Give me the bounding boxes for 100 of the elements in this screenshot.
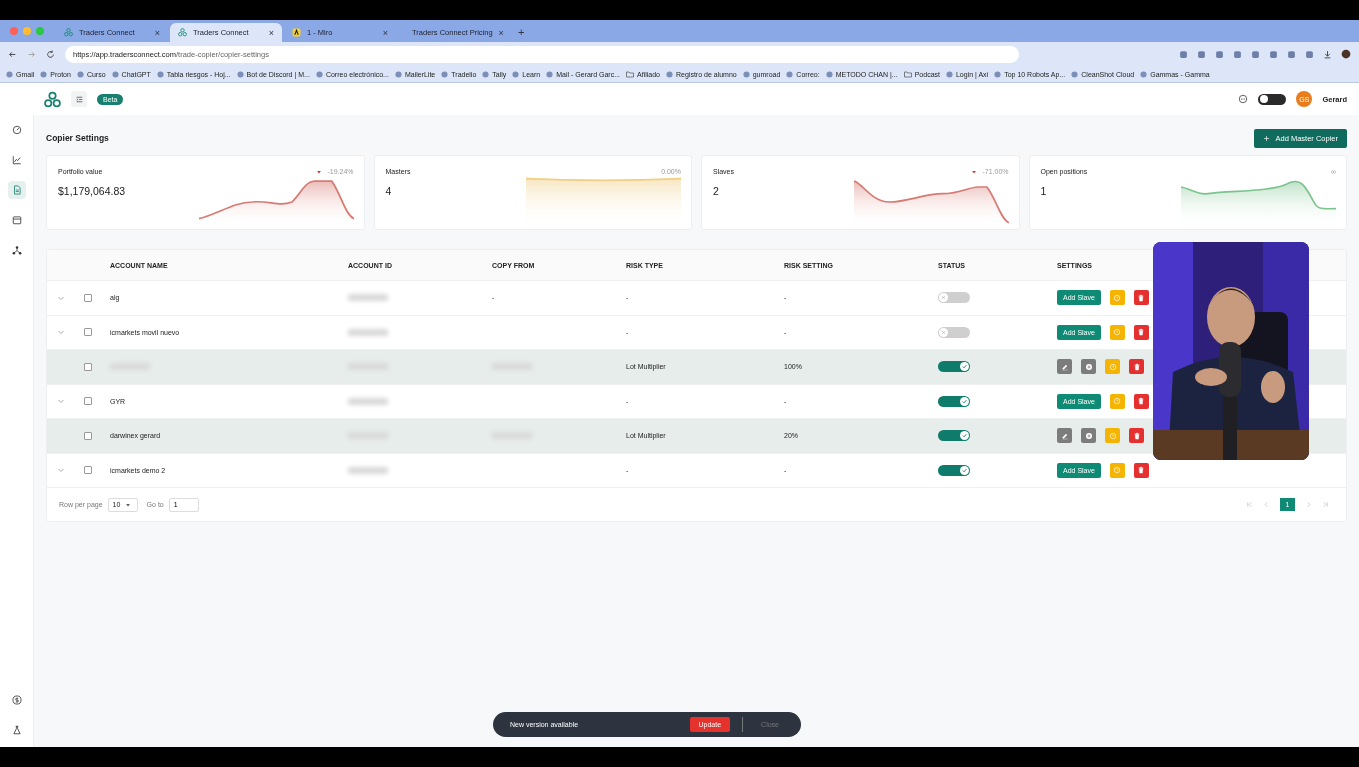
edit-button[interactable] [1057,428,1072,444]
plus-button[interactable] [1081,428,1096,444]
stat-value: 1 [1040,184,1048,199]
check-icon [961,432,968,440]
delete-button[interactable] [1133,290,1149,306]
reload-icon [46,49,55,59]
redacted-value [348,328,388,336]
profile-avatar-icon [1341,49,1351,59]
clock-icon [1113,466,1122,475]
new-tab-button[interactable]: + [512,26,531,42]
site-icon [315,70,323,78]
row-checkbox[interactable] [84,293,92,302]
site-icon [666,70,673,78]
pencil-icon [1060,431,1069,440]
plus-button[interactable] [1081,359,1096,375]
gauge-icon [11,125,22,135]
edit-button[interactable] [1057,359,1072,375]
trash-icon [1137,397,1146,406]
next-page-icon [1305,501,1312,508]
stat-value: 4 [385,184,393,199]
status-toggle[interactable] [938,395,970,407]
row-checkbox[interactable] [84,362,92,371]
tab-close-button[interactable]: × [382,27,388,38]
clock-icon [1113,397,1122,406]
clock-icon [1113,328,1122,337]
menu-button[interactable] [71,91,87,107]
status-toggle[interactable] [938,326,970,338]
stat-value: $1,179,064.83 [58,184,126,199]
calendar-icon [11,215,22,225]
line-chart-icon [11,155,22,165]
status-toggle[interactable] [938,361,970,373]
chevron-down-icon [57,466,65,475]
document-icon [11,185,22,195]
pencil-icon [1060,362,1069,371]
timer-button[interactable] [1109,324,1125,340]
row-checkbox[interactable] [84,466,92,475]
chevron-down-icon [57,328,65,337]
plus-circle-icon [1084,362,1093,371]
trash-icon [1137,293,1146,302]
clock-icon [1113,293,1122,302]
trash-icon [1132,431,1141,440]
delete-button[interactable] [1133,324,1149,340]
chevron-down-icon [57,397,65,406]
folder-icon [626,70,635,78]
x-icon [940,294,947,302]
trash-icon [1132,362,1141,371]
document-nav-icon[interactable] [7,181,26,199]
menu-icon [74,94,84,104]
site-icon [742,70,750,78]
redacted-value [348,466,388,474]
site-icon [441,70,449,78]
clock-icon [1108,362,1117,371]
check-icon [961,363,968,371]
site-icon [945,70,953,78]
app-logo-icon [44,90,61,108]
back-arrow-icon [8,49,17,59]
site-icon [6,70,13,78]
row-checkbox[interactable] [84,328,92,337]
tab-close-button[interactable]: × [268,27,274,38]
timer-button[interactable] [1109,393,1125,409]
chat-icon [1238,94,1249,104]
status-toggle[interactable] [938,430,970,442]
timer-button[interactable] [1109,462,1125,478]
clock-icon [1108,431,1117,440]
forward-arrow-icon [27,49,36,59]
site-icon [786,70,794,78]
flask-icon [11,725,22,735]
delete-button[interactable] [1129,428,1144,444]
delete-button[interactable] [1133,393,1149,409]
x-icon [940,328,947,336]
tab-close-button[interactable]: × [154,27,160,38]
first-page-icon [1246,501,1253,508]
site-icon [825,70,833,78]
check-icon [961,466,968,474]
site-icon [156,70,164,78]
last-page-icon [1322,501,1329,508]
site-icon [1071,70,1079,78]
site-icon [994,70,1002,78]
site-icon [76,70,84,78]
site-icon [236,70,244,78]
row-checkbox[interactable] [84,431,92,440]
delete-button[interactable] [1133,462,1149,478]
timer-button[interactable] [1109,290,1125,306]
page-title: Copier Settings [46,133,109,143]
triangle-logo-icon [178,28,187,37]
site-icon [546,70,554,78]
site-icon [394,70,402,78]
site-icon [512,70,520,78]
theme-toggle[interactable] [1258,93,1287,105]
triangle-logo-icon [64,28,73,37]
status-toggle[interactable] [938,464,970,476]
download-icon [1323,49,1332,59]
status-toggle[interactable] [938,292,970,304]
row-checkbox[interactable] [84,397,92,406]
check-icon [961,397,968,405]
trash-icon [1137,466,1146,475]
network-icon [11,245,22,255]
delete-button[interactable] [1129,359,1144,375]
tab-close-button[interactable]: × [498,27,504,38]
folder-icon [903,70,912,78]
